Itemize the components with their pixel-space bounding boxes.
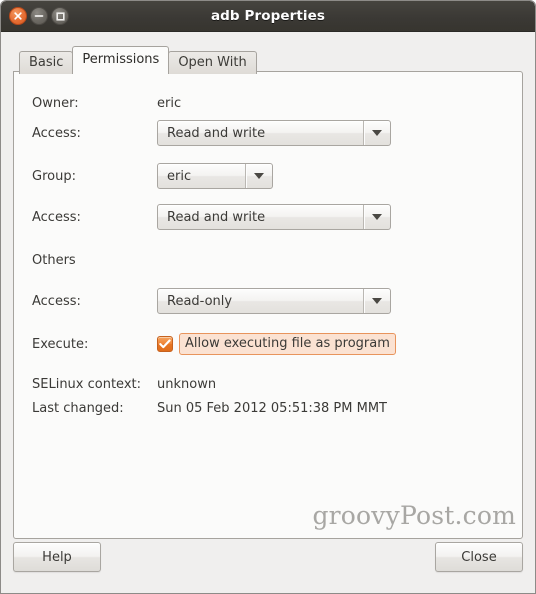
owner-access-label: Access: bbox=[32, 125, 81, 141]
window-body: Basic Permissions Open With Owner: eric … bbox=[1, 32, 535, 593]
tab-permissions[interactable]: Permissions bbox=[72, 46, 170, 72]
group-dropdown[interactable]: eric bbox=[157, 163, 273, 189]
selinux-label: SELinux context: bbox=[32, 376, 142, 392]
row-execute: Execute: Allow executing file as program bbox=[14, 329, 522, 359]
help-button[interactable]: Help bbox=[13, 542, 101, 572]
close-button[interactable]: Close bbox=[435, 542, 523, 572]
owner-value: eric bbox=[157, 95, 182, 111]
row-group: Group: eric bbox=[14, 161, 522, 191]
group-value: eric bbox=[167, 168, 192, 184]
others-label: Others bbox=[32, 252, 76, 268]
row-others: Others bbox=[14, 245, 522, 275]
group-access-label: Access: bbox=[32, 209, 81, 225]
permissions-tab-panel: Owner: eric Access: Read and write Group… bbox=[13, 71, 523, 539]
owner-label: Owner: bbox=[32, 95, 79, 111]
last-changed-label: Last changed: bbox=[32, 400, 124, 416]
row-owner: Owner: eric bbox=[14, 88, 522, 118]
group-access-dropdown[interactable]: Read and write bbox=[157, 204, 391, 230]
minimize-icon[interactable] bbox=[30, 7, 48, 25]
chevron-down-icon bbox=[363, 121, 390, 145]
allow-execute-checkbox[interactable] bbox=[157, 336, 173, 352]
row-selinux: SELinux context: unknown bbox=[14, 372, 522, 396]
tab-strip: Basic Permissions Open With bbox=[13, 45, 523, 74]
row-owner-access: Access: Read and write bbox=[14, 118, 522, 148]
notebook: Basic Permissions Open With Owner: eric … bbox=[13, 45, 523, 593]
watermark: groovyPost.com bbox=[312, 501, 516, 530]
permissions-form: Owner: eric Access: Read and write Group… bbox=[14, 72, 522, 420]
owner-access-dropdown[interactable]: Read and write bbox=[157, 120, 391, 146]
window-title: adb Properties bbox=[210, 8, 326, 24]
chevron-down-icon bbox=[363, 289, 390, 313]
execute-checkbox-group[interactable]: Allow executing file as program bbox=[157, 333, 396, 355]
tab-basic[interactable]: Basic bbox=[19, 51, 74, 74]
row-group-access: Access: Read and write bbox=[14, 202, 522, 232]
others-access-value: Read-only bbox=[167, 293, 233, 309]
row-last-changed: Last changed: Sun 05 Feb 2012 05:51:38 P… bbox=[14, 396, 522, 420]
maximize-icon[interactable] bbox=[51, 7, 69, 25]
chevron-down-icon bbox=[245, 164, 272, 188]
tab-open-with[interactable]: Open With bbox=[168, 51, 257, 74]
chevron-down-icon bbox=[363, 205, 390, 229]
selinux-value: unknown bbox=[157, 376, 217, 392]
row-others-access: Access: Read-only bbox=[14, 286, 522, 316]
execute-label: Execute: bbox=[32, 336, 89, 352]
allow-execute-label[interactable]: Allow executing file as program bbox=[179, 333, 396, 355]
window-titlebar[interactable]: adb Properties bbox=[1, 1, 535, 32]
group-access-value: Read and write bbox=[167, 209, 266, 225]
others-access-label: Access: bbox=[32, 293, 81, 309]
last-changed-value: Sun 05 Feb 2012 05:51:38 PM MMT bbox=[157, 400, 387, 416]
close-icon[interactable] bbox=[9, 7, 27, 25]
group-label: Group: bbox=[32, 168, 76, 184]
properties-window: adb Properties Basic Permissions Open Wi… bbox=[0, 0, 536, 594]
owner-access-value: Read and write bbox=[167, 125, 266, 141]
others-access-dropdown[interactable]: Read-only bbox=[157, 288, 391, 314]
window-controls bbox=[9, 7, 69, 25]
